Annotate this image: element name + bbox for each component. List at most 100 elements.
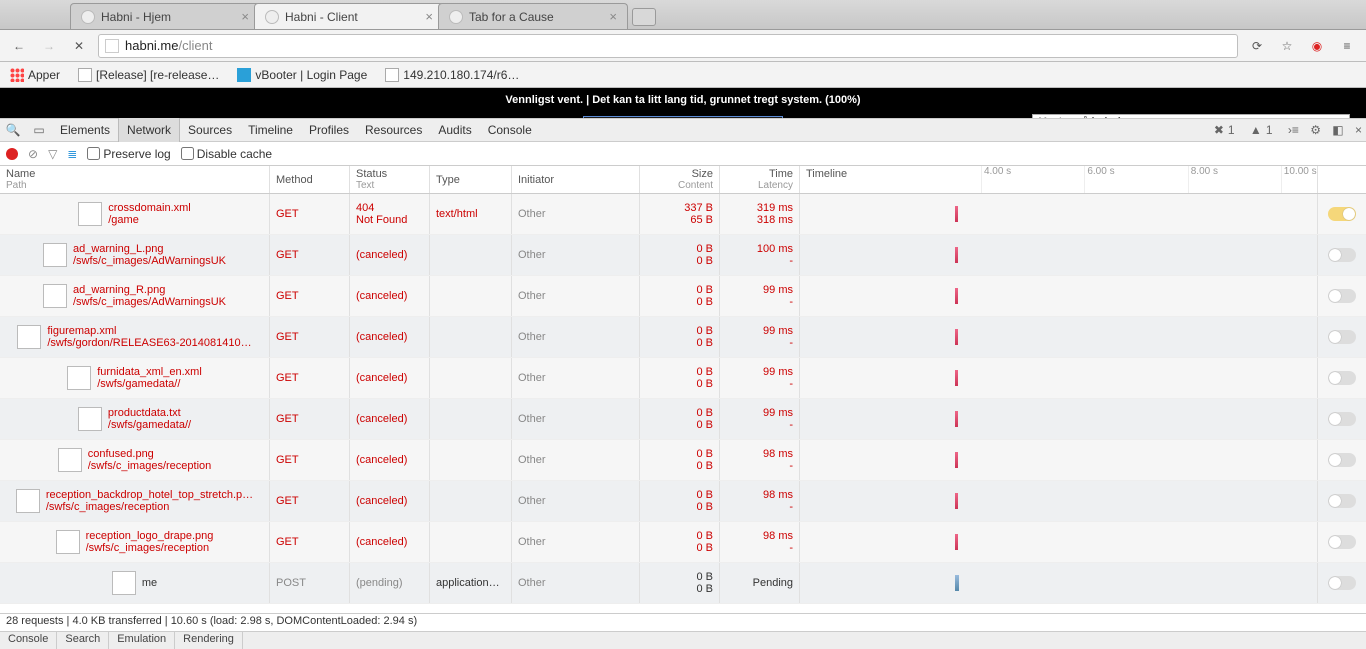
close-devtools-icon[interactable]: × (1355, 123, 1362, 137)
drawer-tab-console[interactable]: Console (0, 632, 57, 649)
cell-timeline (800, 563, 1318, 603)
file-path: /swfs/c_images/reception (88, 460, 212, 472)
reload-icon[interactable]: ⟳ (1246, 35, 1268, 57)
new-tab-button[interactable] (632, 8, 656, 26)
network-row[interactable]: mePOST(pending)application…Other0 B0 BPe… (0, 563, 1366, 604)
browser-tab[interactable]: Tab for a Cause× (438, 3, 628, 29)
menu-icon[interactable]: ≡ (1336, 35, 1358, 57)
cell-time: 319 ms318 ms (720, 194, 800, 234)
network-row[interactable]: figuremap.xml/swfs/gordon/RELEASE63-2014… (0, 317, 1366, 358)
dock-icon[interactable]: ◧ (1332, 123, 1343, 137)
filter-icon[interactable]: ▽ (48, 147, 57, 161)
network-row[interactable]: ad_warning_L.png/swfs/c_images/AdWarning… (0, 235, 1366, 276)
row-toggle[interactable] (1328, 248, 1356, 262)
devtools-tab-timeline[interactable]: Timeline (240, 118, 301, 142)
row-toggle[interactable] (1328, 207, 1356, 221)
network-rows: crossdomain.xml/gameGET404Not Foundtext/… (0, 194, 1366, 613)
bookmark-item[interactable]: 149.210.180.174/r6… (385, 68, 519, 82)
devtools-tab-resources[interactable]: Resources (357, 118, 430, 142)
preserve-log-checkbox[interactable]: Preserve log (87, 147, 170, 161)
network-row[interactable]: confused.png/swfs/c_images/receptionGET(… (0, 440, 1366, 481)
back-button[interactable]: ← (8, 35, 30, 57)
row-toggle[interactable] (1328, 494, 1356, 508)
row-toggle[interactable] (1328, 371, 1356, 385)
devtools-tab-sources[interactable]: Sources (180, 118, 240, 142)
star-icon[interactable]: ☆ (1276, 35, 1298, 57)
cell-time: 98 ms- (720, 481, 800, 521)
drawer-toggle-icon[interactable]: ›≡ (1288, 123, 1299, 137)
adblock-icon[interactable]: ◉ (1306, 35, 1328, 57)
device-icon[interactable]: ▭ (26, 123, 52, 137)
cell-initiator: Other (512, 522, 640, 562)
file-icon (16, 489, 40, 513)
url-path: /client (178, 38, 212, 53)
col-timeline[interactable]: Timeline 4.00 s 6.00 s 8.00 s 10.00 s (800, 166, 1318, 193)
view-icon[interactable]: ≣ (67, 147, 77, 161)
bookmark-label: vBooter | Login Page (255, 68, 367, 82)
row-toggle[interactable] (1328, 453, 1356, 467)
row-toggle[interactable] (1328, 576, 1356, 590)
cell-status: (canceled) (350, 440, 430, 480)
col-method[interactable]: Method (270, 166, 350, 193)
network-row[interactable]: crossdomain.xml/gameGET404Not Foundtext/… (0, 194, 1366, 235)
cell-method: GET (270, 317, 350, 357)
row-toggle[interactable] (1328, 535, 1356, 549)
cell-method: GET (270, 276, 350, 316)
bookmark-item[interactable]: [Release] [re-release… (78, 68, 219, 82)
file-path: /swfs/gamedata// (108, 419, 191, 431)
file-icon (67, 366, 91, 390)
warning-badge[interactable]: ▲1 (1250, 123, 1277, 137)
drawer-tab-emulation[interactable]: Emulation (109, 632, 175, 649)
col-initiator[interactable]: Initiator (512, 166, 640, 193)
close-icon[interactable]: × (425, 9, 433, 24)
col-type[interactable]: Type (430, 166, 512, 193)
devtools-tab-network[interactable]: Network (118, 118, 180, 142)
cell-size: 337 B65 B (640, 194, 720, 234)
network-row[interactable]: reception_logo_drape.png/swfs/c_images/r… (0, 522, 1366, 563)
col-size[interactable]: SizeContent (640, 166, 720, 193)
bookmark-item[interactable]: vBooter | Login Page (237, 68, 367, 82)
settings-icon[interactable]: ⚙ (1310, 123, 1321, 137)
cell-method: GET (270, 481, 350, 521)
row-toggle[interactable] (1328, 289, 1356, 303)
file-name: productdata.txt (108, 407, 191, 419)
record-button[interactable] (6, 148, 18, 160)
row-toggle[interactable] (1328, 412, 1356, 426)
browser-toolbar: ← → ✕ habni.me/client ⟳ ☆ ◉ ≡ (0, 30, 1366, 62)
row-toggle[interactable] (1328, 330, 1356, 344)
stop-button[interactable]: ✕ (68, 35, 90, 57)
file-path: /swfs/c_images/reception (46, 501, 253, 513)
network-row[interactable]: ad_warning_R.png/swfs/c_images/AdWarning… (0, 276, 1366, 317)
drawer-tab-rendering[interactable]: Rendering (175, 632, 243, 649)
loading-banner: Vennligst vent. | Det kan ta litt lang t… (505, 94, 860, 106)
col-name[interactable]: NamePath (0, 166, 270, 193)
checkbox-label: Disable cache (197, 147, 272, 161)
file-name: furnidata_xml_en.xml (97, 366, 202, 378)
disable-cache-checkbox[interactable]: Disable cache (181, 147, 272, 161)
close-icon[interactable]: × (609, 9, 617, 24)
favicon-placeholder (81, 10, 95, 24)
col-status[interactable]: StatusText (350, 166, 430, 193)
drawer-tab-search[interactable]: Search (57, 632, 109, 649)
cell-timeline (800, 235, 1318, 275)
cell-status: (canceled) (350, 358, 430, 398)
inspect-icon[interactable]: 🔍 (0, 123, 26, 137)
devtools-tab-console[interactable]: Console (480, 118, 540, 142)
address-bar[interactable]: habni.me/client (98, 34, 1238, 58)
error-badge[interactable]: ✖1 (1214, 123, 1239, 137)
cell-method: GET (270, 399, 350, 439)
forward-button[interactable]: → (38, 35, 60, 57)
network-row[interactable]: reception_backdrop_hotel_top_stretch.p…/… (0, 481, 1366, 522)
devtools-tab-profiles[interactable]: Profiles (301, 118, 357, 142)
network-row[interactable]: furnidata_xml_en.xml/swfs/gamedata//GET(… (0, 358, 1366, 399)
network-row[interactable]: productdata.txt/swfs/gamedata//GET(cance… (0, 399, 1366, 440)
cell-size: 0 B0 B (640, 399, 720, 439)
browser-tab-active[interactable]: Habni - Client× (254, 3, 444, 29)
bookmark-apps[interactable]: Apper (10, 68, 60, 82)
col-time[interactable]: TimeLatency (720, 166, 800, 193)
close-icon[interactable]: × (241, 9, 249, 24)
devtools-tab-audits[interactable]: Audits (430, 118, 479, 142)
browser-tab[interactable]: Habni - Hjem× (70, 3, 260, 29)
devtools-tab-elements[interactable]: Elements (52, 118, 118, 142)
clear-icon[interactable]: ⊘ (28, 147, 38, 161)
